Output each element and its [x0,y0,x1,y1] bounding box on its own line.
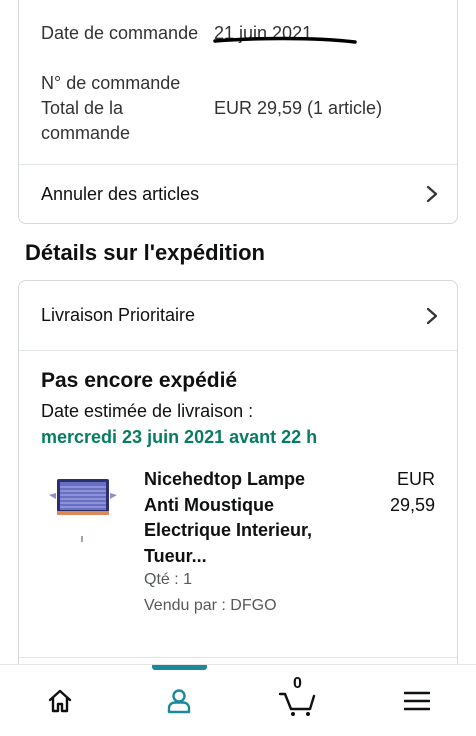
divider [19,350,457,351]
shipment-status: Pas encore expédié [41,369,238,392]
account-icon [167,689,190,714]
chevron-right-icon [426,185,438,203]
eta-label: Date estimée de livraison : [41,401,254,421]
price-amount: 29,59 [389,494,435,515]
eta-date: mercredi 23 juin 2021 avant 22 h [41,427,318,447]
product-price: EUR 29,59 [355,467,435,518]
menu-icon [403,691,430,711]
shipping-method-row[interactable]: Livraison Prioritaire [19,281,457,350]
order-summary-card: Date de commande 21 juin 2021 N° de comm… [18,0,458,224]
home-icon [48,689,71,713]
nav-home[interactable] [0,665,119,736]
chevron-right-icon [426,307,438,325]
nav-menu[interactable] [357,665,476,736]
price-currency: EUR [396,469,435,489]
date-underline-mark [213,36,357,44]
nav-account[interactable] [119,665,238,736]
order-number-label: N° de commande [41,73,181,93]
order-total-value: EUR 29,59 (1 article) [214,98,383,118]
shipping-method-label: Livraison Prioritaire [41,305,196,325]
order-date-label: Date de commande [41,23,199,43]
divider [19,657,457,658]
product-seller: Vendu par : DFGO [144,597,277,614]
product-thumbnail-stand [81,536,83,542]
nav-cart[interactable]: 0 [238,665,357,736]
order-total-label: Total de la commande [41,98,131,143]
product-title[interactable]: Nicehedtop Lampe Anti Moustique Electriq… [144,467,344,569]
product-quantity: Qté : 1 [144,571,193,588]
product-thumbnail[interactable] [47,477,119,517]
cancel-items-label: Annuler des articles [41,184,200,204]
shipping-section-title: Détails sur l'expédition [25,240,265,265]
bottom-navigation: 0 [0,664,476,736]
cart-count-badge: 0 [293,675,302,692]
cancel-items-row[interactable]: Annuler des articles [19,165,457,223]
shipment-card: Livraison Prioritaire Pas encore expédié… [18,280,458,700]
